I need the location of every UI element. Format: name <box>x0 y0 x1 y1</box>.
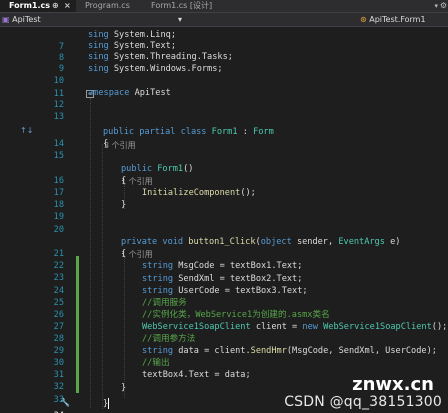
line-number: 20 <box>53 225 64 235</box>
code-line-15: 15 { <box>0 138 448 161</box>
code-line-17: 17 { <box>0 175 448 198</box>
text-caret <box>108 398 109 409</box>
code-line-30: 30 string data = client.SendHmr(MsgCode,… <box>0 345 448 368</box>
code-line-19: 19 } <box>0 199 448 222</box>
tab-overflow-dropdown[interactable]: ▾ <box>434 0 438 12</box>
code-line-23: 23 string MsgCode = textBox1.Text; <box>0 260 448 283</box>
pin-icon[interactable]: ⊕ <box>52 0 59 12</box>
code-line-10: 10 sing System.Windows.Forms; <box>0 63 448 86</box>
code-line-18: 18 InitializeComponent(); <box>0 187 448 210</box>
code-line-9: 9 sing System.Threading.Tasks; <box>0 51 448 74</box>
tab-program-cs[interactable]: Program.cs <box>76 0 142 12</box>
line-number: 15 <box>53 151 64 161</box>
chevron-down-icon[interactable]: ▾ <box>178 14 182 26</box>
tab-form1-designer[interactable]: Form1.cs [设计] <box>142 0 242 12</box>
code-line-20: 20 <box>0 212 448 235</box>
csharp-project-icon: ▣ <box>2 15 10 24</box>
code-line-21: 21 private void button1_Click(object sen… <box>0 236 448 259</box>
code-line-12: 12 amespace ApiTest <box>0 87 448 110</box>
watermark-credit: CSDN @qq_38151300 <box>284 394 442 410</box>
class-icon: ⊛ <box>360 15 367 24</box>
code-line-13: 13 <box>0 99 448 122</box>
project-dropdown[interactable]: ▣ ApiTest <box>2 14 152 26</box>
tab-label: Form1.cs <box>9 1 51 10</box>
code-line-29: 29 //调用参方法 <box>0 333 448 356</box>
tab-label: Form1.cs [设计] <box>151 1 213 10</box>
class-path: ApiTest.Form1 <box>369 15 426 24</box>
document-tab-bar: Form1.cs ⊕ × Program.cs Form1.cs [设计] ▾ … <box>0 0 448 12</box>
class-dropdown[interactable]: ⊛ ApiTest.Form1 <box>360 14 446 26</box>
watermark-site: znwx.cn <box>352 374 434 395</box>
navigation-bar: ▣ ApiTest ▾ ⊛ ApiTest.Form1 <box>0 12 448 27</box>
code-line-14: 14 public partial class Form1 : Form <box>0 126 448 149</box>
line-number: 13 <box>53 112 64 122</box>
code-line-28: 28 WebService1SoapClient client = new We… <box>0 321 448 344</box>
project-name: ApiTest <box>12 15 41 24</box>
gear-icon[interactable]: ⚙ <box>440 0 447 12</box>
code-line-16: 16 public Form1() <box>0 163 448 186</box>
code-line-22: 22 { <box>0 248 448 271</box>
close-icon[interactable]: × <box>64 0 71 12</box>
tab-label: Program.cs <box>85 1 130 10</box>
code-line-31: 31 //输出 <box>0 357 448 380</box>
tab-form1-cs[interactable]: Form1.cs ⊕ × <box>0 0 76 12</box>
code-line-26: 26 //调用服务 <box>0 297 448 320</box>
code-line-27: 27 //实例化类，WebService1为创建的.asmx类名 <box>0 309 448 332</box>
code-editor[interactable]: ↑↓ 🔧 − 7 sing System.Linq; 8 sing System… <box>0 27 448 413</box>
code-line-24: 24 string SendXml = textBox2.Text; <box>0 273 448 296</box>
code-line-25: 25 string UserCode = textBox3.Text; <box>0 285 448 308</box>
